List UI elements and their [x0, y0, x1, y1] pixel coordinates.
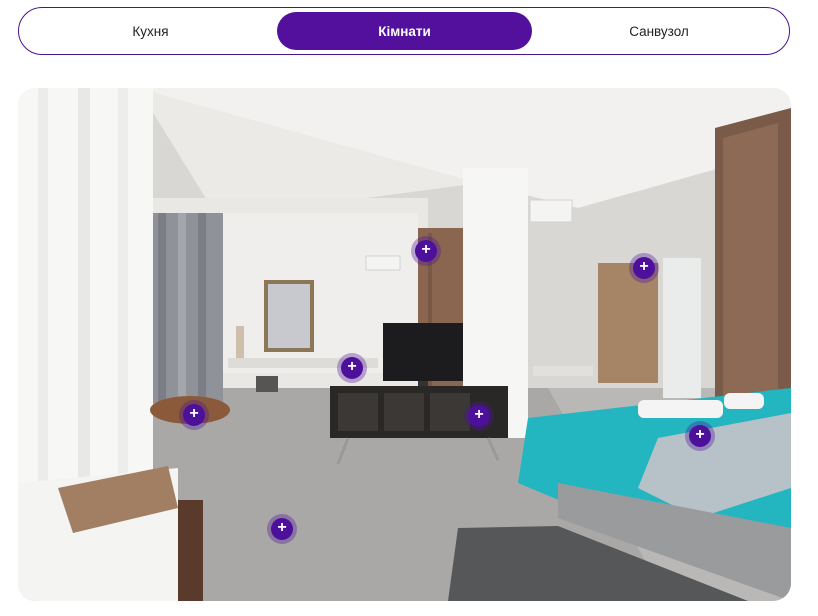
hotspot-button[interactable]: + [689, 425, 711, 447]
room-photo: + + + + + + + [18, 88, 791, 601]
plus-icon: + [474, 406, 484, 423]
plus-icon: + [189, 405, 199, 422]
plus-icon: + [695, 426, 705, 443]
room-illustration [18, 88, 791, 601]
plus-icon: + [639, 258, 649, 275]
plus-icon: + [421, 241, 431, 258]
tab-rooms[interactable]: Кімнати [277, 12, 532, 50]
plus-icon: + [347, 358, 357, 375]
tab-kitchen[interactable]: Кухня [25, 12, 276, 50]
hotspot-button[interactable]: + [271, 518, 293, 540]
hotspot-button[interactable]: + [415, 240, 437, 262]
hotspot-button[interactable]: + [183, 404, 205, 426]
hotspot-button[interactable]: + [633, 257, 655, 279]
room-tabs: Кухня Кімнати Санвузол [18, 7, 790, 55]
plus-icon: + [277, 519, 287, 536]
tab-bathroom[interactable]: Санвузол [533, 12, 785, 50]
hotspot-button[interactable]: + [468, 405, 490, 427]
hotspot-button[interactable]: + [341, 357, 363, 379]
